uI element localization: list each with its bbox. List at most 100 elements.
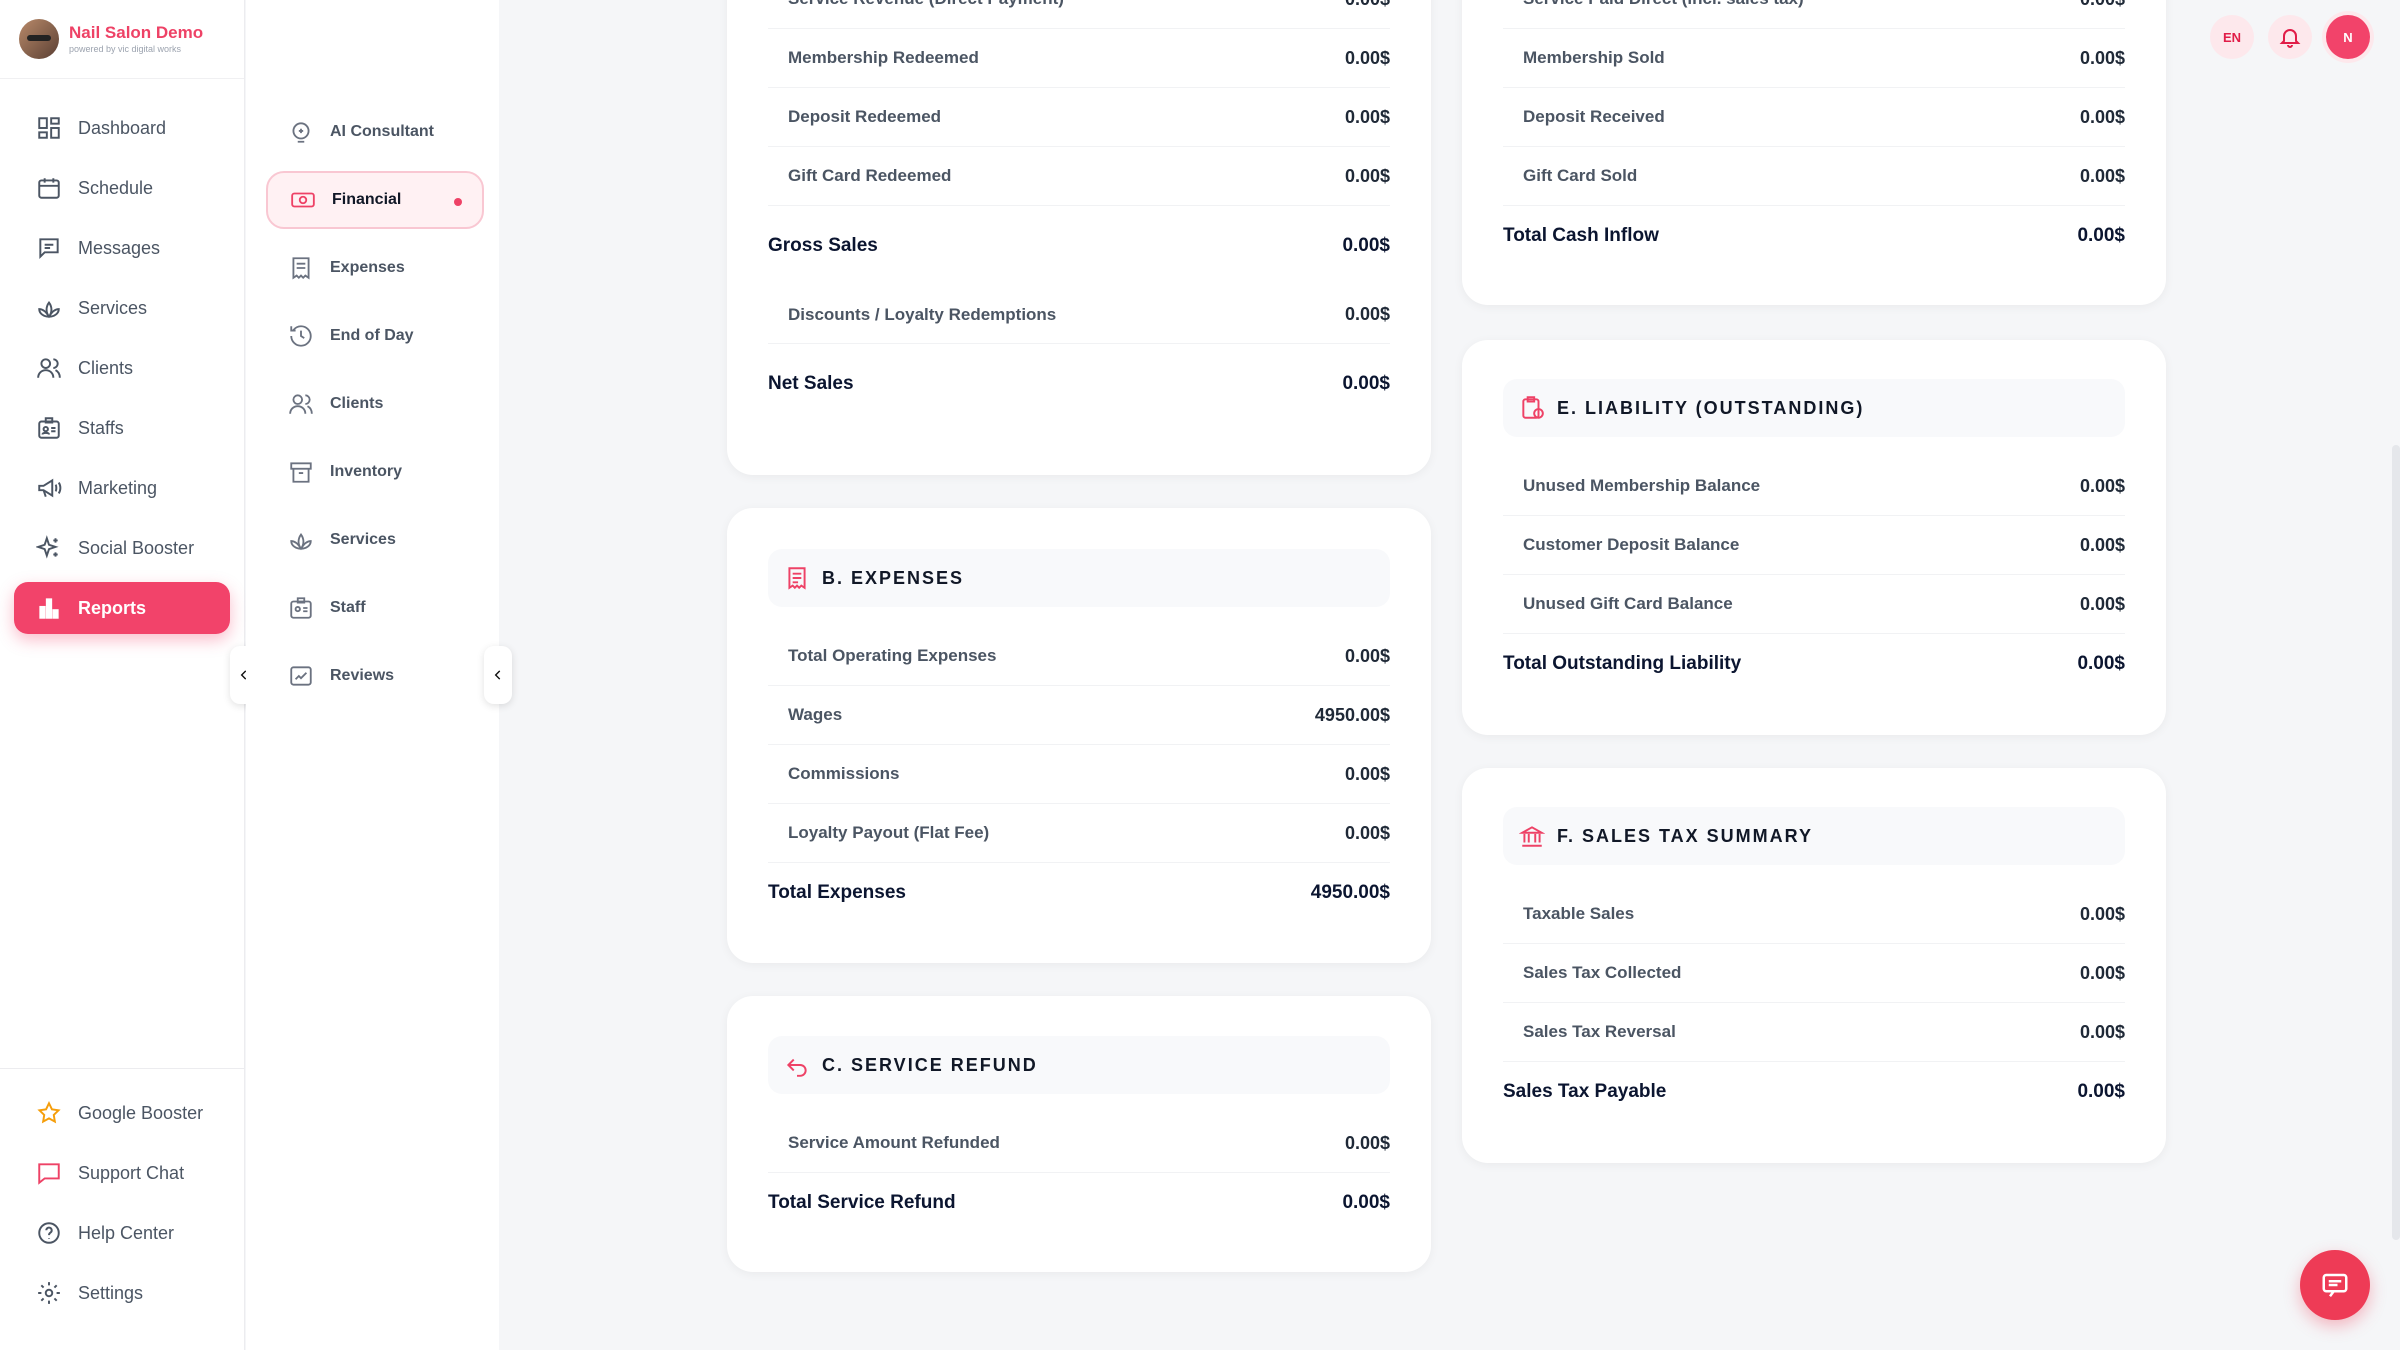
section-title: C. SERVICE REFUND xyxy=(822,1054,1038,1075)
scrollbar[interactable] xyxy=(2392,445,2400,1240)
expense-row: Loyalty Payout (Flat Fee) 0.00$ xyxy=(768,804,1390,863)
liability-row: Customer Deposit Balance 0.00$ xyxy=(1503,516,2125,575)
receipt-icon xyxy=(788,567,806,590)
row-label: Net Sales xyxy=(768,373,854,394)
subnav-reviews[interactable]: Reviews xyxy=(266,647,484,705)
net-sales-row: Net Sales 0.00$ xyxy=(768,344,1390,424)
nav-label: Settings xyxy=(78,1282,144,1303)
sales-row: Gift Card Redeemed 0.00$ xyxy=(768,147,1390,206)
help-icon xyxy=(38,1222,60,1244)
review-icon xyxy=(290,666,312,686)
row-label: Gross Sales xyxy=(768,235,878,256)
subnav-staff[interactable]: Staff xyxy=(266,579,484,637)
section-header: B. EXPENSES xyxy=(768,549,1390,607)
subnav-services[interactable]: Services xyxy=(266,511,484,569)
tax-row: Taxable Sales 0.00$ xyxy=(1503,885,2125,944)
gross-sales-row: Gross Sales 0.00$ xyxy=(768,206,1390,286)
row-label: Sales Tax Collected xyxy=(1523,963,1682,982)
total-refund-row: Total Service Refund 0.00$ xyxy=(768,1173,1390,1232)
nav-item-google-booster[interactable]: Google Booster xyxy=(14,1087,231,1139)
expenses-card: B. EXPENSES Total Operating Expenses 0.00… xyxy=(727,508,1431,963)
subnav-end-of-day[interactable]: End of Day xyxy=(266,307,484,365)
nav-item-help-center[interactable]: Help Center xyxy=(14,1207,231,1259)
refund-row: Service Amount Refunded 0.00$ xyxy=(768,1114,1390,1173)
nav-item-marketing[interactable]: Marketing xyxy=(14,462,230,514)
row-value: 0.00$ xyxy=(2079,1021,2125,1042)
expense-row: Commissions 0.00$ xyxy=(768,745,1390,804)
nav-item-support-chat[interactable]: Support Chat xyxy=(14,1147,231,1199)
row-label: Wages xyxy=(788,705,843,724)
subnav-financial[interactable]: Financial xyxy=(266,171,484,229)
nav-item-staffs[interactable]: Staffs xyxy=(14,402,230,454)
nav-label: Support Chat xyxy=(78,1162,185,1183)
brand[interactable]: Nail Salon Demo powered by vic digital w… xyxy=(0,0,244,79)
user-avatar[interactable]: N xyxy=(2326,15,2370,59)
chevron-left-icon xyxy=(494,670,501,680)
archive-icon xyxy=(290,462,312,483)
chat-icon xyxy=(38,1163,60,1185)
receipt-icon xyxy=(292,257,310,280)
tax-row: Sales Tax Collected 0.00$ xyxy=(1503,944,2125,1003)
row-value: 0.00$ xyxy=(2079,106,2125,127)
bar-chart-icon xyxy=(39,598,59,619)
liability-card: E. LIABILITY (OUTSTANDING) Unused Member… xyxy=(1462,340,2166,735)
notifications-button[interactable] xyxy=(2268,15,2312,59)
message-icon xyxy=(39,238,59,260)
row-label: Gift Card Sold xyxy=(1523,166,1638,185)
row-value: 0.00$ xyxy=(2079,593,2125,614)
nav-item-dashboard[interactable]: Dashboard xyxy=(14,102,230,154)
row-value: 0.00$ xyxy=(2080,0,2125,10)
nav-item-clients[interactable]: Clients xyxy=(14,342,230,394)
nav-item-settings[interactable]: Settings xyxy=(14,1267,231,1319)
subnav-inventory[interactable]: Inventory xyxy=(266,443,484,501)
nav-item-social-booster[interactable]: Social Booster xyxy=(14,522,230,574)
subnav-label: Inventory xyxy=(330,463,403,480)
row-label: Total Operating Expenses xyxy=(788,646,997,665)
users-icon xyxy=(37,358,61,378)
brand-tagline: powered by vic digital works xyxy=(69,44,182,54)
row-label: Discounts / Loyalty Redemptions xyxy=(788,304,1057,324)
nav-label: Clients xyxy=(78,357,134,378)
nav-label: Services xyxy=(78,297,148,318)
cash-row: Service Paid Direct (incl. sales tax) 0.0… xyxy=(1503,0,2125,29)
collapse-subnav-button[interactable] xyxy=(484,646,512,704)
nav-item-reports[interactable]: Reports xyxy=(14,582,230,634)
sales-row: Membership Redeemed 0.00$ xyxy=(768,29,1390,88)
nav-item-schedule[interactable]: Schedule xyxy=(14,162,230,214)
nav-label: Help Center xyxy=(78,1222,175,1243)
row-value: 0.00$ xyxy=(1344,763,1390,784)
expense-row: Wages 4950.00$ xyxy=(768,686,1390,745)
subnav-ai-consultant[interactable]: AI Consultant xyxy=(266,103,484,161)
row-value: 0.00$ xyxy=(2077,652,2125,674)
nav-item-messages[interactable]: Messages xyxy=(14,222,230,274)
row-value: 0.00$ xyxy=(2079,165,2125,186)
subnav-label: Staff xyxy=(330,599,366,616)
row-value: 0.00$ xyxy=(1342,373,1390,394)
nav-label: Social Booster xyxy=(78,537,195,558)
section-title: F. SALES TAX SUMMARY xyxy=(1557,825,1814,846)
subnav-label: Services xyxy=(330,531,396,548)
row-label: Taxable Sales xyxy=(1523,904,1635,923)
nav-item-services[interactable]: Services xyxy=(14,282,230,334)
row-label: Total Expenses xyxy=(768,881,906,903)
subnav-expenses[interactable]: Expenses xyxy=(266,239,484,297)
row-value: 0.00$ xyxy=(2079,47,2125,68)
section-title: B. EXPENSES xyxy=(822,567,965,588)
row-value: 0.00$ xyxy=(2077,224,2125,246)
undo-icon xyxy=(786,1058,807,1077)
reports-subnav: AI Consultant Financial Expenses End of … xyxy=(246,0,499,1350)
history-icon xyxy=(290,325,312,347)
nav-bottom: Google Booster Support Chat Help Center … xyxy=(0,1068,245,1327)
section-header: E. LIABILITY (OUTSTANDING) xyxy=(1503,379,2125,437)
active-dot xyxy=(454,198,462,206)
gear-icon xyxy=(38,1282,60,1304)
chat-icon xyxy=(2322,1273,2348,1297)
subnav-label: Financial xyxy=(332,191,402,208)
language-switcher[interactable]: EN xyxy=(2210,15,2254,59)
nav-label: Dashboard xyxy=(78,117,167,138)
row-value: 0.00$ xyxy=(1344,645,1390,666)
row-label: Customer Deposit Balance xyxy=(1523,535,1740,554)
chat-fab-button[interactable] xyxy=(2300,1250,2370,1320)
row-value: 0.00$ xyxy=(2077,1080,2125,1102)
subnav-clients[interactable]: Clients xyxy=(266,375,484,433)
